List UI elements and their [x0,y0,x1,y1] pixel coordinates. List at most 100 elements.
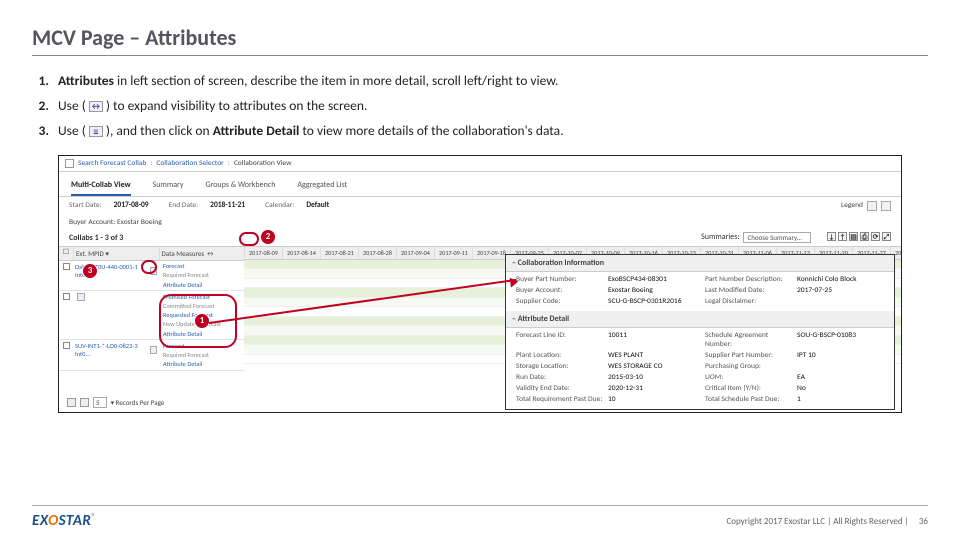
upload-icon[interactable]: ↑ [838,232,847,241]
checkbox-header[interactable]: ☐ [59,247,73,260]
pager-next-button[interactable] [80,398,89,407]
detail-row: Last Modified Date:2017-07-25 [701,285,890,296]
detail-row: Total Requirement Past Due:10 [512,394,701,405]
col-header-measures[interactable]: Data Measures ↔ [159,247,245,260]
detail-popup: – Collaboration Information Buyer Part N… [505,254,895,410]
callout-badge-1: 1 [195,314,209,328]
mpid-cell[interactable]: SUV-INT1-*-LO0-0822-3 Int0... [73,340,159,360]
callout-badge-2: 2 [261,230,275,244]
mpid-cell[interactable] [73,291,159,303]
detail-key: Critical Item (Y/N): [705,384,797,393]
detail-key: Supplier Part Number: [705,351,797,360]
detail-key: Total Schedule Past Due: [705,395,797,404]
detail-row: Total Schedule Past Due:1 [701,394,890,405]
tab-summary[interactable]: Summary [153,178,184,196]
callout-ring-3 [141,260,157,274]
detail-row: Supplier Code:SCU-G-BSCP-0301R2016 [512,296,701,307]
detail-value: 2020-12-31 [608,384,643,393]
refresh-icon[interactable]: ⟳ [871,232,880,241]
callout-badge-3: 3 [83,264,97,278]
detail-row: Storage Location:WES STORAGE CO [512,361,701,372]
tab-multi-collab[interactable]: Multi-Collab View [71,178,131,196]
summaries-select[interactable]: Choose Summary... [743,232,811,243]
detail-row: Critical Item (Y/N):No [701,383,890,394]
legend-label: Legend [841,201,863,211]
date-column-header[interactable]: 2017-08-28 [358,247,396,259]
detail-key: Storage Location: [516,362,608,371]
detail-key: UOM: [705,373,797,382]
tab-groups[interactable]: Groups & Workbench [206,178,276,196]
instruction-1: Attributes in left section of screen, de… [52,70,928,93]
detail-key: Run Date: [516,373,608,382]
instruction-list: Attributes in left section of screen, de… [32,70,928,143]
detail-key: Schedule Agreement Number: [705,331,797,349]
detail-row: Supplier Part Number:IPT 10 [701,350,890,361]
col-header-mpid[interactable]: Ext. MPID ▾ [73,247,159,260]
detail-key: Buyer Account: [516,286,608,295]
detail-row: Run Date:2015-03-10 [512,372,701,383]
detail-value: SOU-G-BSCP-01083 [797,331,856,349]
detail-value: 1 [797,395,801,404]
screenshot-panel: Search Forecast Collab : Collaboration S… [58,155,902,413]
detail-key: Supplier Code: [516,297,608,306]
row-checkbox[interactable] [63,342,70,349]
detail-row: Buyer Part Number:ExoBSCP434-08301 [512,274,701,285]
fullscreen-icon[interactable]: ⤢ [882,232,891,241]
detail-value: Exostar Boeing [608,286,653,295]
param-row: Start Date:2017-08-09 End Date:2018-11-2… [59,197,901,215]
expand-columns-icon[interactable]: ↔ [206,249,215,258]
detail-value: 2015-03-10 [608,373,643,382]
logo: EXOSTAR® [32,512,96,530]
slide-footer: EXOSTAR® Copyright 2017 Exostar LLC | Al… [32,505,928,530]
detail-key: Total Requirement Past Due: [516,395,608,404]
detail-row: UOM:EA [701,372,890,383]
row-checkbox[interactable] [63,293,70,300]
date-column-header[interactable]: 2017-09-04 [396,247,434,259]
date-column-header[interactable]: 2017-09-11 [434,247,472,259]
tab-aggregated[interactable]: Aggregated List [297,178,347,196]
row-menu-icon[interactable] [150,346,157,354]
expand-icon [89,101,103,112]
pager: 5 ▾ Records Per Page [67,397,164,408]
instruction-2: Use ( ) to expand visibility to attribut… [52,95,928,118]
param-row-2: Buyer Account: Exostar Boeing [59,215,901,230]
nav-icon[interactable] [65,159,74,168]
attr-link[interactable]: Forecast [163,262,240,271]
legend-swatch-2 [881,201,891,211]
detail-key: Purchasing Group: [705,362,797,371]
row-checkbox[interactable] [63,263,70,270]
print-icon[interactable]: ⎙ [860,232,869,241]
detail-value: 10011 [608,331,627,349]
summaries-label: Summaries: [701,232,739,242]
detail-value: Konnichi Colo Block [797,275,857,284]
detail-key: Last Modified Date: [705,286,797,295]
detail-value: ExoBSCP434-08301 [608,275,667,284]
row-menu-icon[interactable] [77,293,85,301]
crumb-link-1[interactable]: Search Forecast Collab [78,159,146,168]
pager-prev-button[interactable] [67,398,76,407]
date-column-header[interactable]: 2017-08-09 [244,247,282,259]
detail-row: Plant Location:WES PLANT [512,350,701,361]
attr-link[interactable]: Required Forecast [163,271,240,280]
detail-row: Buyer Account:Exostar Boeing [512,285,701,296]
detail-key: Plant Location: [516,351,608,360]
menu-icon [89,126,103,137]
legend-swatch-1 [867,201,877,211]
page-title: MCV Page – Attributes [32,24,928,56]
popup-section-header: – Collaboration Information [506,255,894,272]
crumb-link-2[interactable]: Collaboration Selector [156,159,223,168]
attr-link[interactable]: Attribute Detail [163,280,240,289]
date-column-header[interactable]: 2017-08-14 [282,247,320,259]
detail-value: 2017-07-25 [797,286,832,295]
popup-section-header: – Attribute Detail [506,311,894,328]
page-size-select[interactable]: 5 [93,397,107,408]
download-icon[interactable]: ↓ [827,232,836,241]
callout-ring-2 [239,232,259,246]
doc-icon[interactable]: ▤ [849,232,858,241]
detail-key: Validity End Date: [516,384,608,393]
detail-key: Legal Disclaimer: [705,297,797,306]
detail-row: Forecast Line ID:10011 [512,330,701,350]
attr-link[interactable]: Attribute Detail [163,360,240,369]
date-column-header[interactable]: 2017-08-21 [320,247,358,259]
attr-link[interactable]: Required Forecast [163,350,240,359]
